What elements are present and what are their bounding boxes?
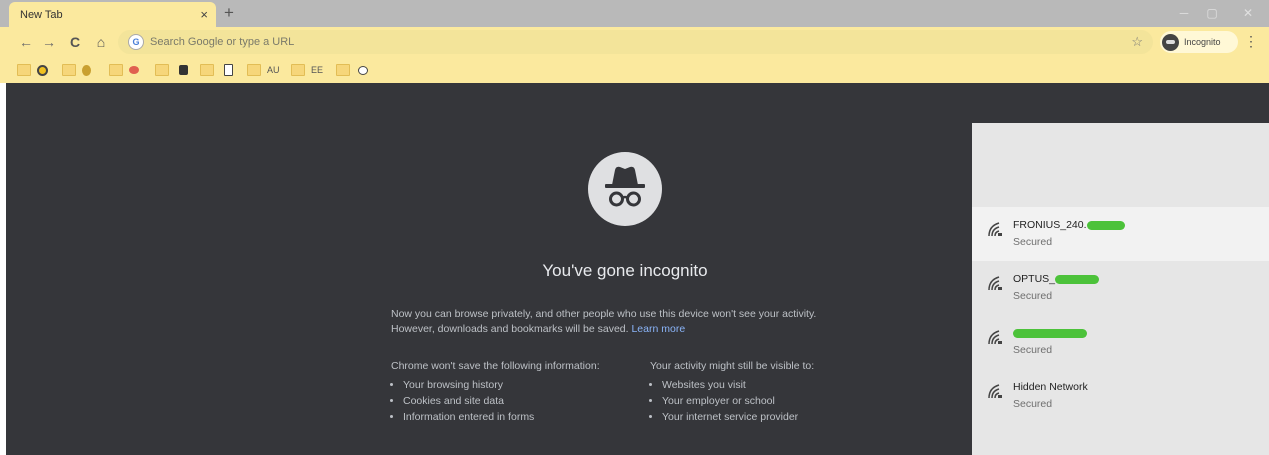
wifi-secured-icon bbox=[988, 330, 1002, 345]
redaction-mark bbox=[1086, 220, 1125, 230]
intro-line-1: Now you can browse privately, and other … bbox=[391, 308, 817, 320]
wifi-secured-icon bbox=[988, 384, 1002, 399]
window-edge bbox=[0, 83, 6, 455]
owl-icon bbox=[82, 64, 91, 76]
incognito-logo-icon bbox=[588, 152, 662, 226]
home-icon[interactable]: ⌂ bbox=[92, 33, 110, 51]
folder-icon bbox=[62, 64, 76, 76]
network-item[interactable]: Hidden Network Secured bbox=[972, 369, 1269, 423]
incognito-profile-button[interactable]: Incognito bbox=[1160, 31, 1238, 53]
visible-to-heading: Your activity might still be visible to: bbox=[650, 360, 815, 372]
network-status: Secured bbox=[1013, 398, 1053, 410]
wifi-secured-icon bbox=[988, 276, 1002, 291]
briefcase-icon bbox=[179, 65, 188, 75]
list-item: Your browsing history bbox=[403, 377, 600, 393]
intro-line-2-text: However, downloads and bookmarks will be… bbox=[391, 323, 629, 335]
bookmark-item[interactable] bbox=[17, 63, 48, 77]
not-saved-heading: Chrome won't save the following informat… bbox=[391, 360, 600, 372]
maximize-icon[interactable]: ▢ bbox=[1199, 4, 1225, 22]
tab-strip: New Tab × + ─ ▢ ✕ bbox=[0, 0, 1269, 27]
intro-line-2: However, downloads and bookmarks will be… bbox=[391, 322, 861, 337]
forward-icon[interactable]: → bbox=[40, 33, 58, 51]
network-status: Secured bbox=[1013, 344, 1053, 356]
profile-label: Incognito bbox=[1184, 37, 1221, 47]
chat-icon bbox=[129, 66, 139, 74]
incognito-avatar-icon bbox=[1162, 33, 1179, 51]
folder-icon bbox=[336, 64, 350, 76]
bookmark-label: AU bbox=[267, 65, 280, 75]
tab-new-tab[interactable]: New Tab × bbox=[9, 2, 216, 27]
network-name bbox=[1013, 327, 1087, 339]
close-tab-icon[interactable]: × bbox=[200, 8, 208, 21]
list-item: Websites you visit bbox=[662, 377, 814, 393]
folder-icon bbox=[247, 64, 261, 76]
google-icon: G bbox=[128, 34, 144, 50]
intro-text: Now you can browse privately, and other … bbox=[391, 307, 861, 337]
address-bar[interactable]: G Search Google or type a URL ☆ bbox=[118, 30, 1153, 54]
network-status: Secured bbox=[1013, 236, 1053, 248]
bookmark-item[interactable]: EE bbox=[291, 63, 323, 77]
wifi-network-panel: FRONIUS_240. Secured OPTUS_ Secured Secu… bbox=[972, 123, 1269, 455]
network-item[interactable]: FRONIUS_240. Secured bbox=[972, 207, 1269, 261]
network-item[interactable]: OPTUS_ Secured bbox=[972, 261, 1269, 315]
learn-more-link[interactable]: Learn more bbox=[631, 323, 685, 335]
menu-icon[interactable]: ⋮ bbox=[1244, 33, 1258, 50]
bookmarks-bar: AU EE bbox=[0, 57, 1269, 83]
list-item: Information entered in forms bbox=[403, 409, 600, 425]
network-status: Secured bbox=[1013, 290, 1053, 302]
circle-icon bbox=[37, 64, 48, 76]
page-title: You've gone incognito bbox=[542, 261, 708, 280]
bookmark-item[interactable]: AU bbox=[247, 63, 280, 77]
folder-icon bbox=[291, 64, 305, 76]
reload-icon[interactable]: C bbox=[66, 33, 84, 51]
bookmark-item[interactable] bbox=[109, 63, 139, 77]
toolbar: ← → C ⌂ G Search Google or type a URL ☆ … bbox=[0, 27, 1269, 57]
bookmark-item[interactable] bbox=[200, 63, 233, 77]
folder-icon bbox=[200, 64, 214, 76]
bookmark-item[interactable] bbox=[336, 63, 368, 77]
redaction-mark bbox=[1055, 274, 1100, 284]
tab-title: New Tab bbox=[20, 8, 63, 21]
folder-icon bbox=[155, 64, 169, 76]
network-name: Hidden Network bbox=[1013, 381, 1088, 393]
not-saved-list: Your browsing history Cookies and site d… bbox=[391, 377, 600, 425]
address-placeholder: Search Google or type a URL bbox=[150, 36, 295, 48]
network-name: OPTUS_ bbox=[1013, 273, 1100, 285]
chat-icon bbox=[358, 65, 368, 75]
bookmark-item[interactable] bbox=[155, 63, 188, 77]
back-icon[interactable]: ← bbox=[17, 33, 35, 51]
folder-icon bbox=[109, 64, 123, 76]
minimize-icon[interactable]: ─ bbox=[1171, 4, 1197, 22]
redaction-mark bbox=[1013, 328, 1087, 338]
bookmark-star-icon[interactable]: ☆ bbox=[1131, 34, 1143, 50]
list-item: Your employer or school bbox=[662, 393, 814, 409]
wifi-secured-icon bbox=[988, 222, 1002, 237]
visible-to-list: Websites you visit Your employer or scho… bbox=[650, 377, 814, 425]
bookmark-label: EE bbox=[311, 65, 324, 75]
network-item[interactable]: Secured bbox=[972, 315, 1269, 369]
close-window-icon[interactable]: ✕ bbox=[1235, 4, 1261, 22]
not-saved-column: Chrome won't save the following informat… bbox=[391, 360, 600, 425]
bookmark-item[interactable] bbox=[62, 63, 91, 77]
folder-icon bbox=[17, 64, 31, 76]
new-tab-button[interactable]: + bbox=[220, 3, 238, 23]
visible-to-column: Your activity might still be visible to:… bbox=[650, 360, 814, 425]
document-icon bbox=[224, 64, 233, 76]
list-item: Your internet service provider bbox=[662, 409, 814, 425]
list-item: Cookies and site data bbox=[403, 393, 600, 409]
network-name: FRONIUS_240. bbox=[1013, 219, 1125, 231]
